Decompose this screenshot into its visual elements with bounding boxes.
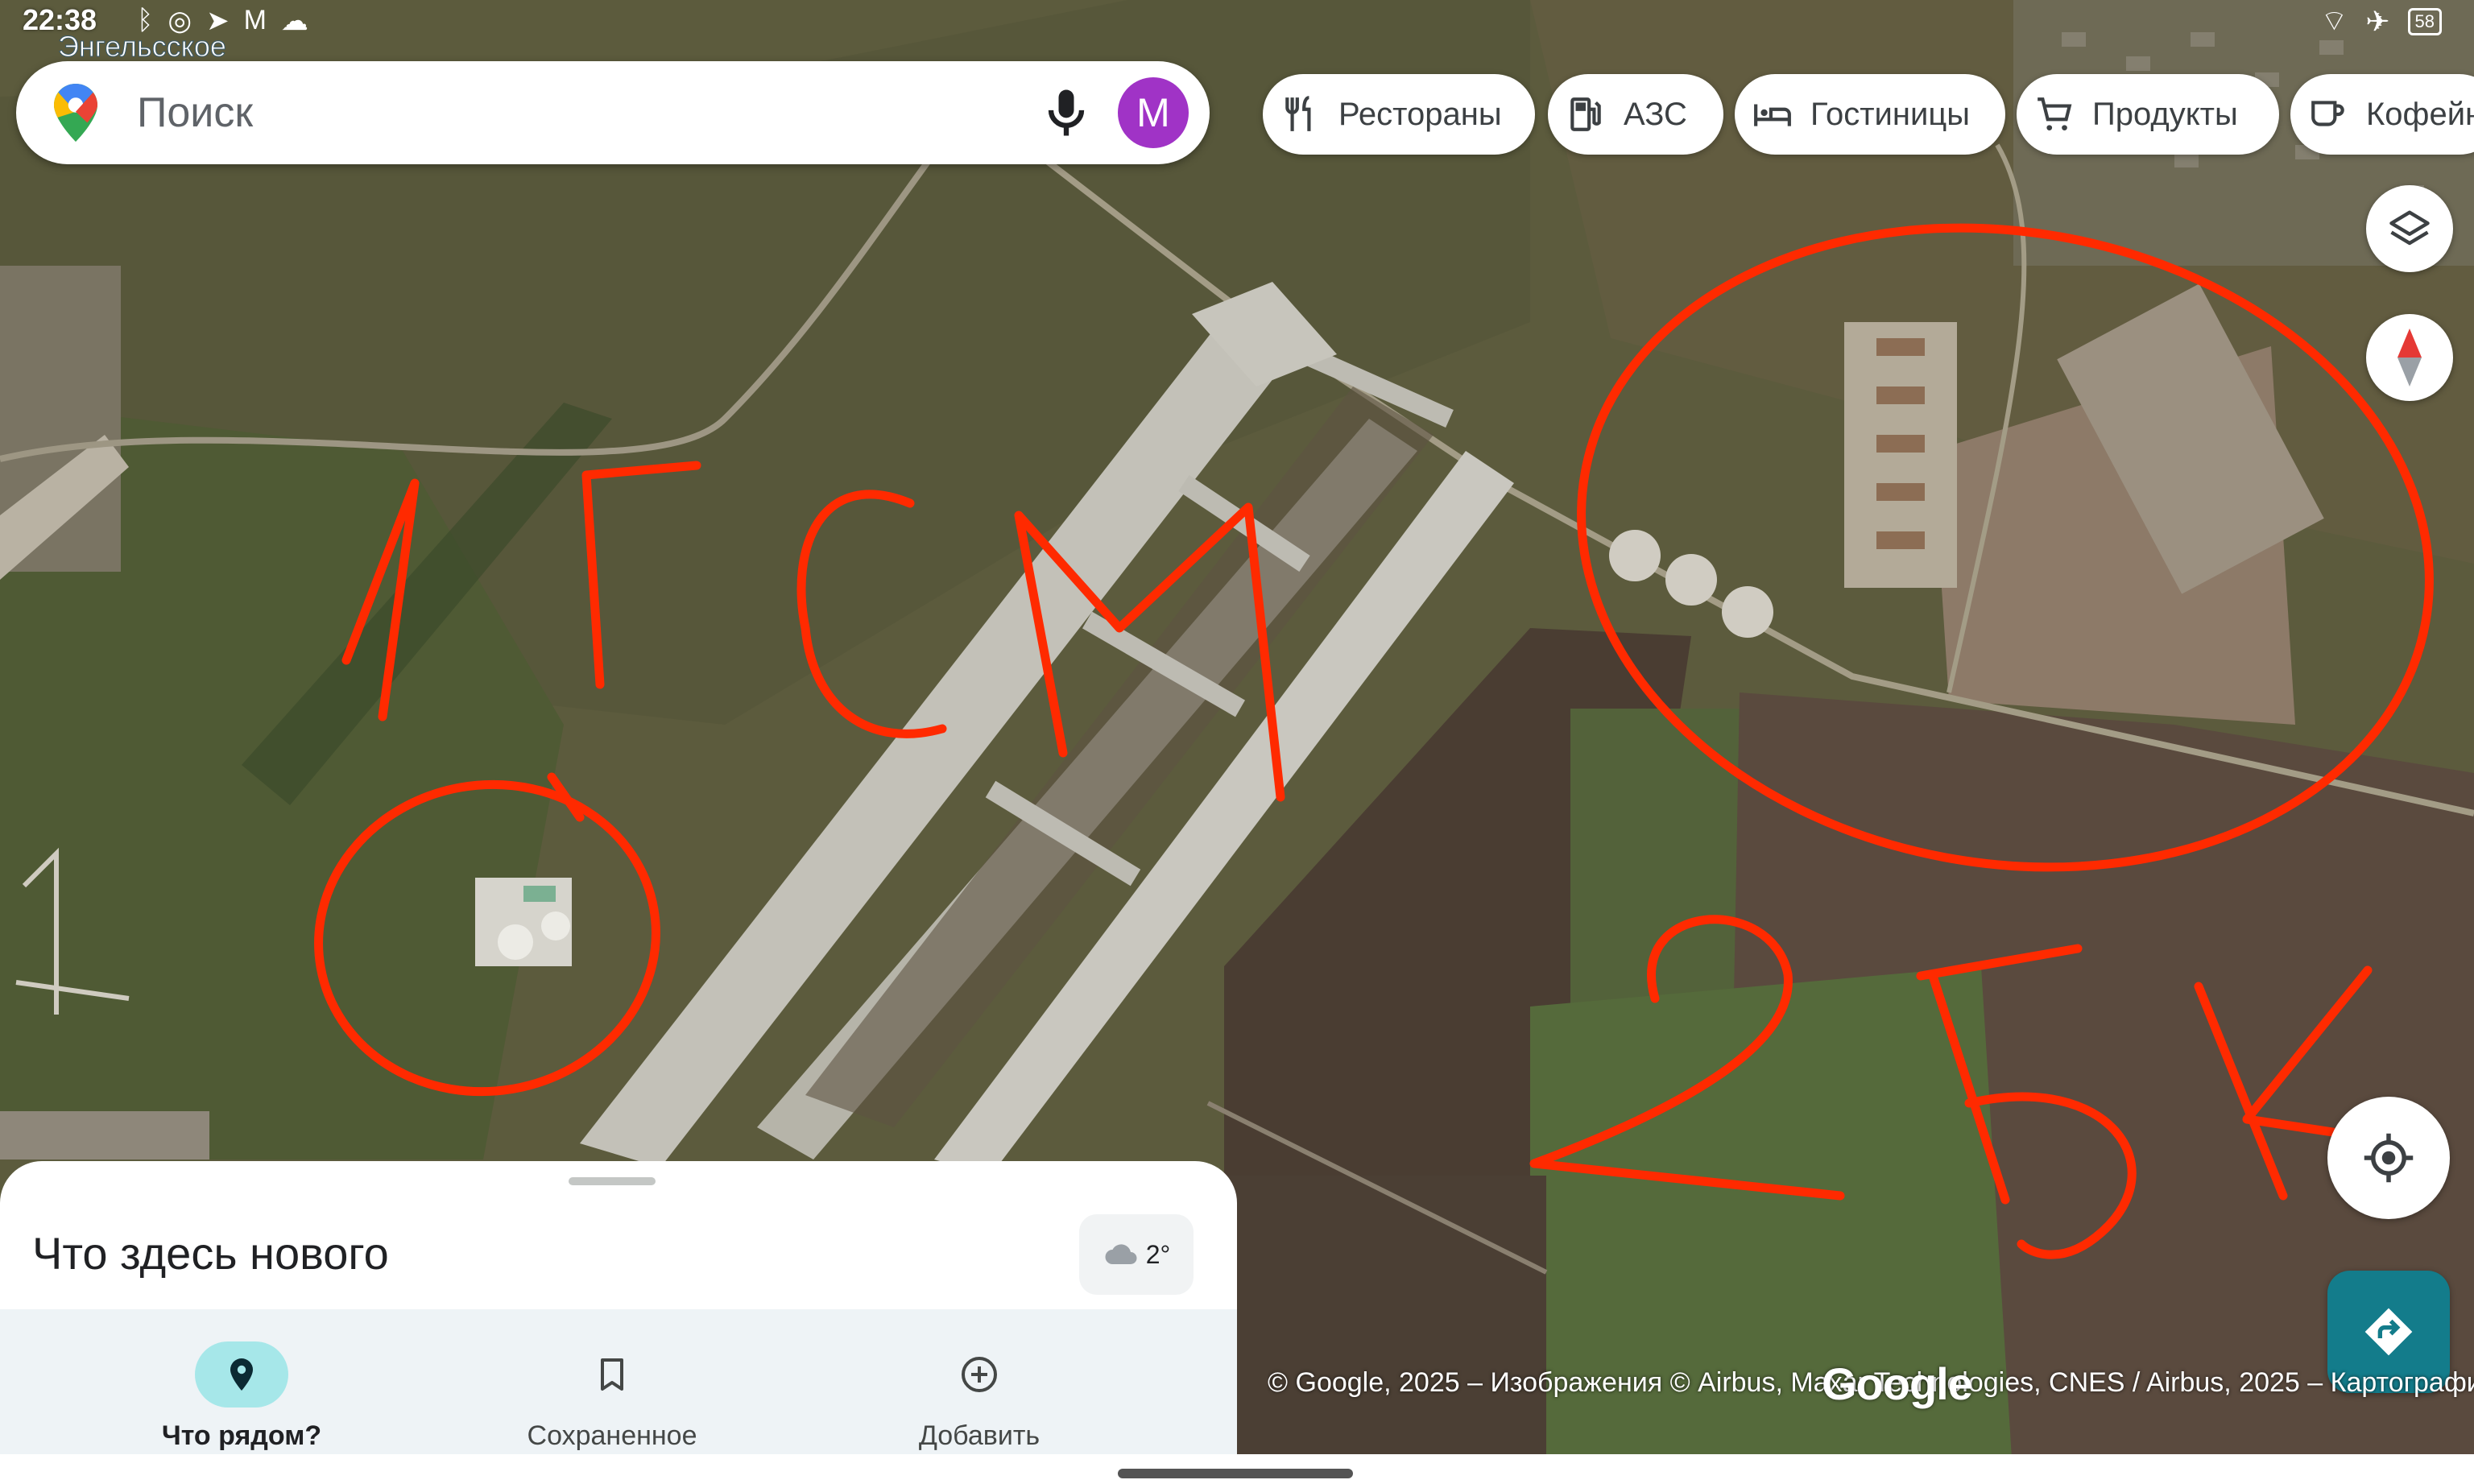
explore-pin-icon <box>230 1358 253 1391</box>
chip-label: АЗС <box>1624 96 1687 132</box>
telegram-icon: ➤ <box>206 6 230 36</box>
chip-hotels[interactable]: Гостиницы <box>1735 74 2005 155</box>
layers-icon <box>2389 210 2430 246</box>
google-logo: Google <box>1822 1358 1973 1409</box>
weather-temperature: 2° <box>1145 1239 1171 1269</box>
gmail-icon: M <box>243 5 267 35</box>
nav-explore[interactable]: Что рядом? <box>81 1309 403 1454</box>
chip-label: Гостиницы <box>1810 96 1970 132</box>
bluetooth-icon: ᛒ <box>137 5 154 35</box>
chip-gas-stations[interactable]: АЗС <box>1548 74 1723 155</box>
bottom-sheet[interactable]: Что здесь нового 2° Что рядом? Сохраненн… <box>0 1161 1237 1484</box>
chip-groceries[interactable]: Продукты <box>2017 74 2279 155</box>
nav-label: Сохраненное <box>527 1420 697 1451</box>
chip-restaurants[interactable]: Рестораны <box>1263 74 1535 155</box>
cloud-icon <box>1105 1244 1137 1264</box>
status-time: 22:38 <box>23 3 97 36</box>
wifi-icon: ⌔ <box>2320 4 2348 37</box>
battery-icon: 58 <box>2407 7 2442 35</box>
airplane-mode-icon: ✈ <box>2365 4 2390 38</box>
microphone-icon[interactable] <box>1036 82 1097 143</box>
my-location-button[interactable] <box>2327 1097 2450 1219</box>
chip-label: Продукты <box>2092 96 2238 132</box>
whatsapp-icon: ◎ <box>168 6 192 36</box>
weather-chip[interactable]: 2° <box>1079 1214 1194 1295</box>
gas-station-icon <box>1570 97 1601 131</box>
hotel-icon <box>1754 104 1791 126</box>
nav-add[interactable]: Добавить <box>818 1309 1140 1454</box>
chip-label: Рестораны <box>1338 96 1502 132</box>
system-icons: ⌔ ✈ 58 <box>2320 3 2442 39</box>
add-circle-icon <box>962 1357 997 1392</box>
sheet-drag-handle[interactable] <box>569 1177 656 1185</box>
nav-saved[interactable]: Сохраненное <box>451 1309 773 1454</box>
notification-icons: ᛒ ◎ ➤ M ☁ <box>137 5 308 37</box>
account-avatar[interactable]: М <box>1118 77 1189 148</box>
google-maps-logo-icon <box>54 84 97 142</box>
nav-label: Добавить <box>918 1420 1040 1451</box>
chip-coffee[interactable]: Кофейни <box>2290 74 2474 155</box>
restaurant-icon <box>1285 96 1311 131</box>
search-bar[interactable]: Поиск М <box>16 61 1210 164</box>
my-location-icon <box>2364 1133 2414 1183</box>
directions-icon <box>2364 1308 2413 1356</box>
groceries-icon <box>2038 97 2072 130</box>
layers-button[interactable] <box>2366 185 2453 272</box>
search-input[interactable]: Поиск <box>137 89 253 137</box>
gesture-handle[interactable] <box>1118 1469 1353 1478</box>
sheet-title: Что здесь нового <box>32 1228 389 1279</box>
chip-label: Кофейни <box>2366 96 2474 132</box>
bookmark-icon <box>601 1358 623 1391</box>
weather-icon: ☁ <box>280 6 308 36</box>
compass-button[interactable] <box>2366 314 2453 401</box>
status-bar: 22:38 ᛒ ◎ ➤ M ☁ ⌔ ✈ 58 <box>0 0 2474 40</box>
compass-icon <box>2397 329 2422 387</box>
coffee-icon <box>2311 101 2344 126</box>
nav-label: Что рядом? <box>161 1420 322 1451</box>
